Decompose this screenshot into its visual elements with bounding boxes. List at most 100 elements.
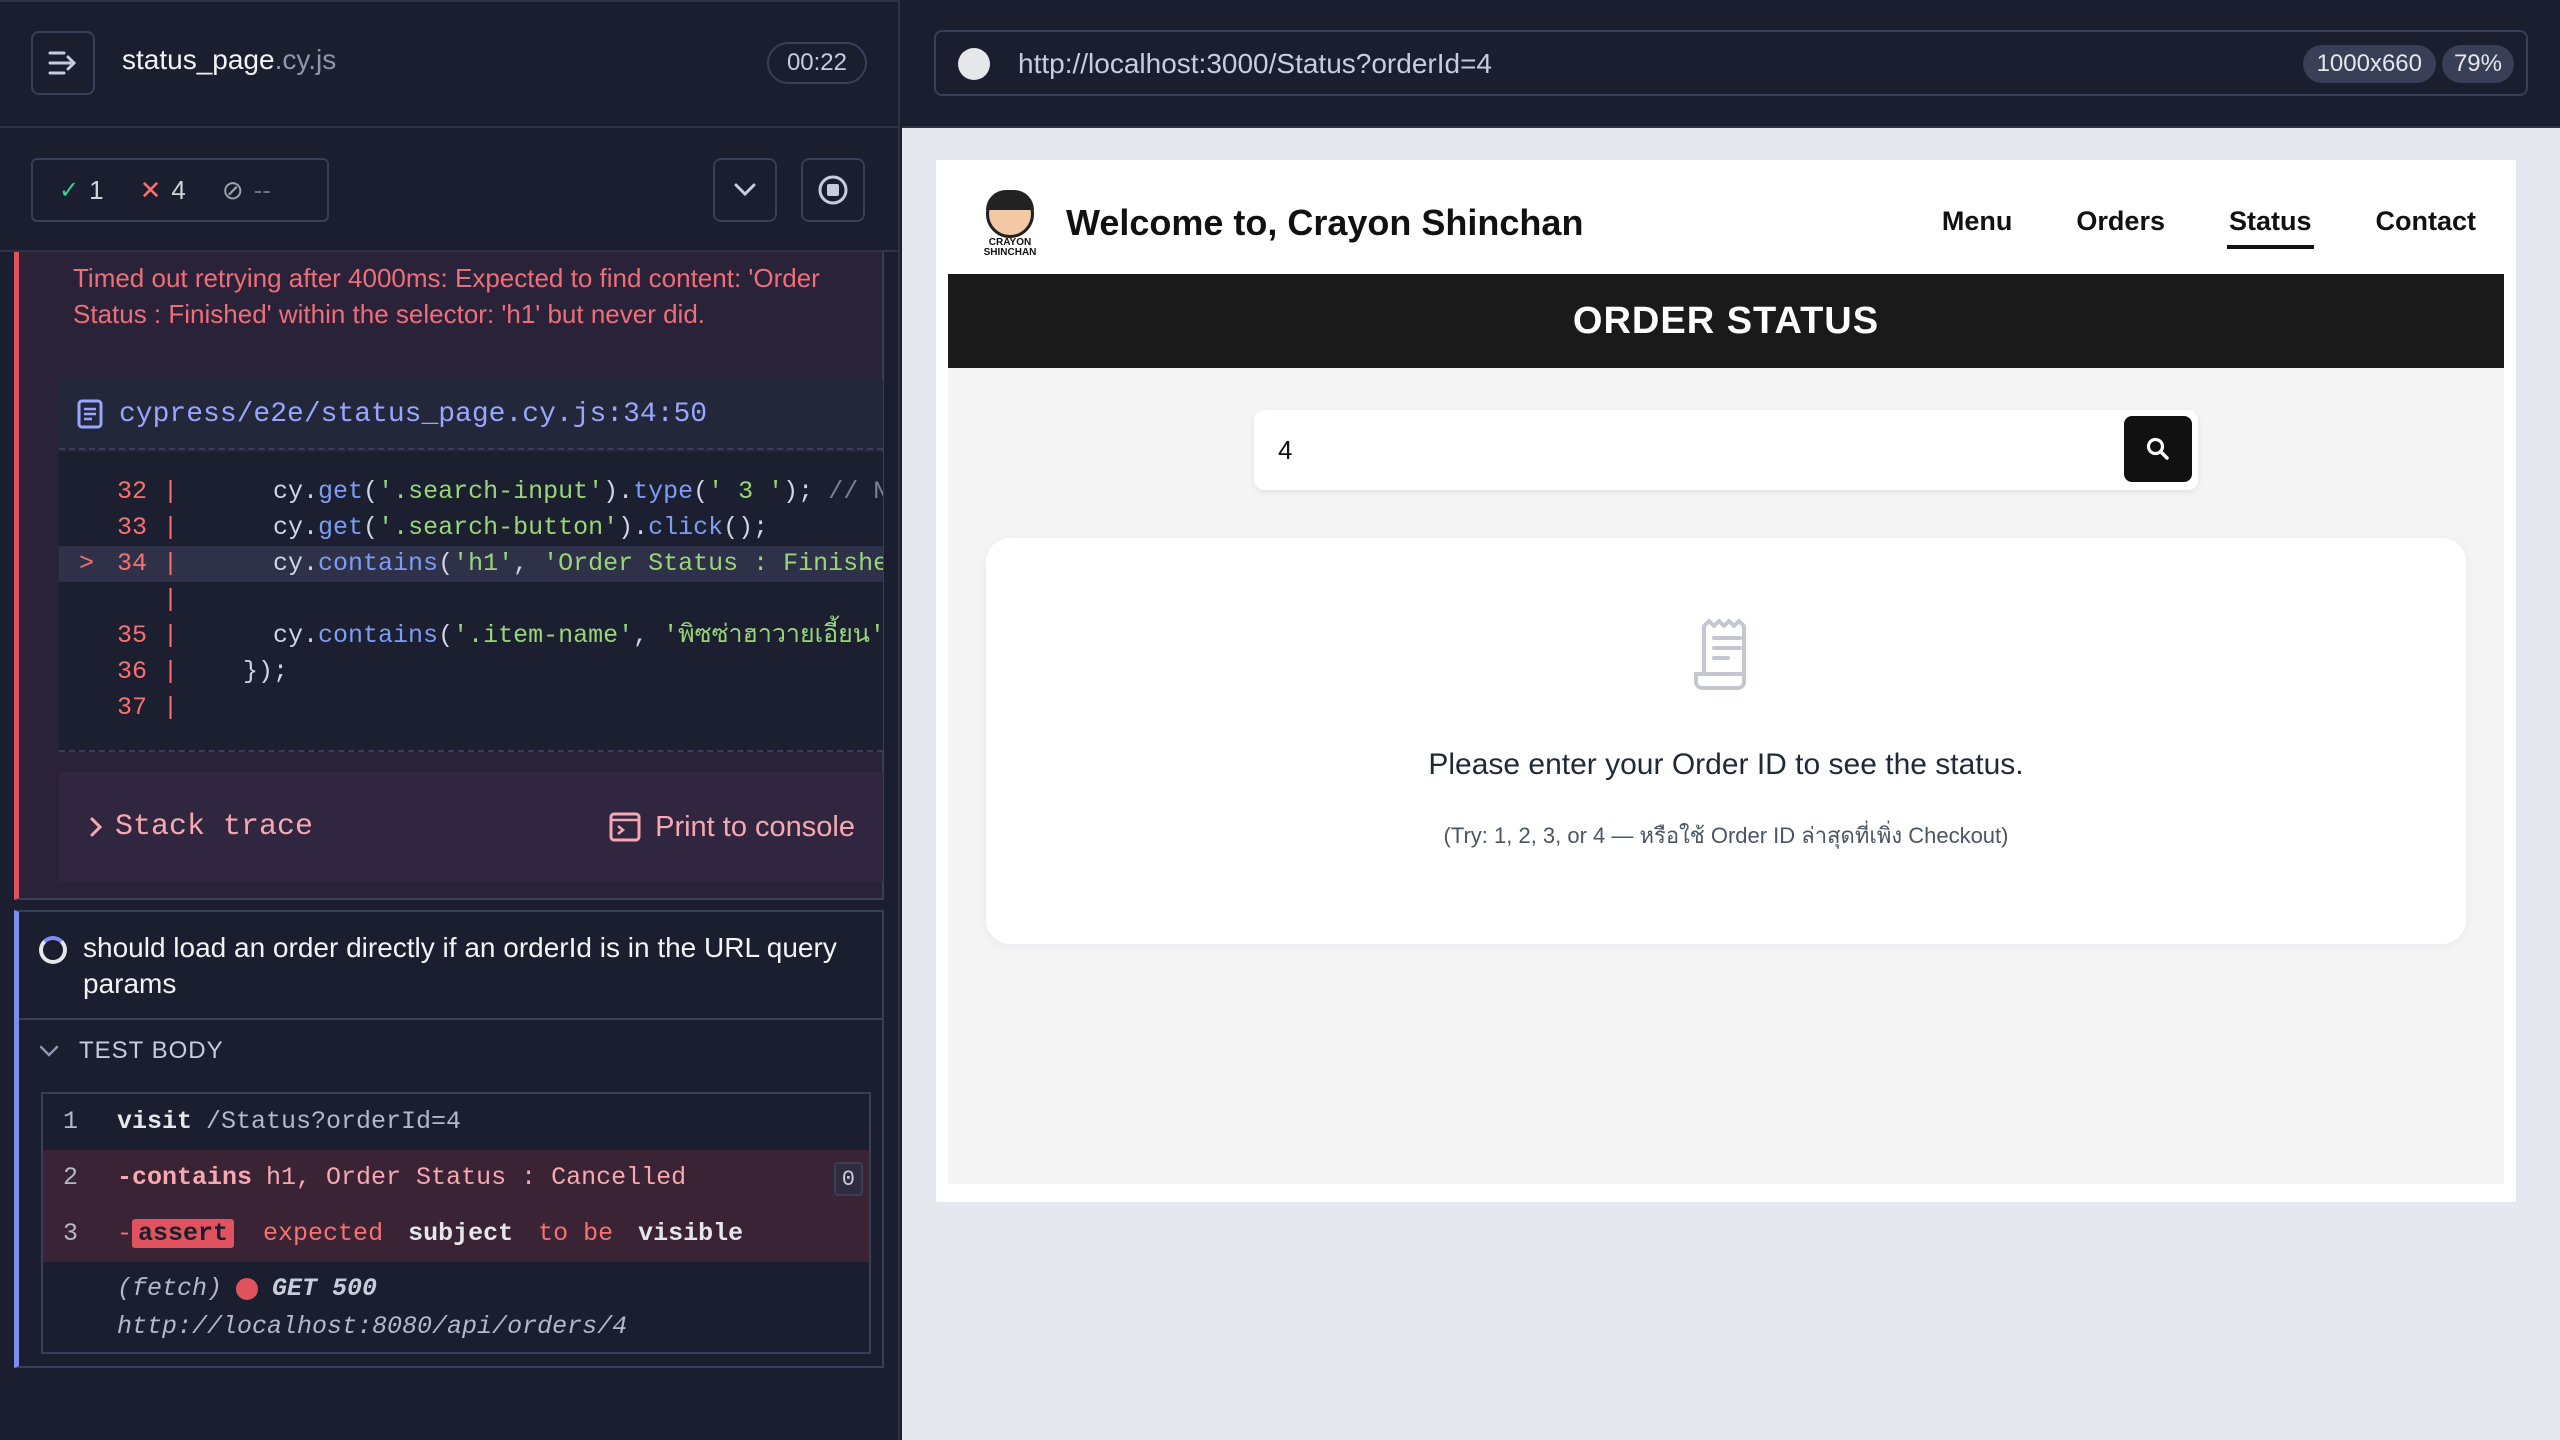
url-text: http://localhost:3000/Status?orderId=4: [1018, 48, 1492, 79]
fetch-url: http://localhost:8080/api/orders/4: [117, 1312, 628, 1341]
line-number: 36: [116, 657, 147, 686]
code-gutter: |: [163, 549, 179, 578]
assert-word: subject: [408, 1219, 514, 1248]
search-button[interactable]: [2124, 416, 2192, 482]
page-body: ORDER STATUS Please enter your Order ID …: [948, 274, 2504, 1184]
assert-badge: assert: [132, 1219, 235, 1248]
order-id-input[interactable]: [1278, 426, 2098, 474]
spec-name: status_page: [122, 44, 275, 75]
code-source: cy.contains('.item-name', 'พิซซ่าฮาวายเอ…: [213, 621, 883, 650]
fetch-status: GET 500: [272, 1274, 378, 1303]
test-body-toggle[interactable]: TEST BODY: [19, 1018, 882, 1082]
error-dot-icon: [236, 1277, 259, 1300]
print-to-console-button[interactable]: Print to console: [609, 811, 855, 844]
stop-icon: [818, 175, 848, 205]
code-gutter: |: [163, 621, 179, 650]
fetch-label: (fetch): [117, 1274, 223, 1303]
code-gutter: |: [163, 693, 179, 722]
chevron-down-icon: [734, 183, 756, 197]
failed-count: 4: [171, 174, 186, 205]
info-hint: (Try: 1, 2, 3, or 4 — หรือใช้ Order ID ล…: [1443, 823, 2009, 848]
reporter-header: status_page.cy.js 00:22: [0, 0, 898, 128]
command-number: 1: [63, 1107, 79, 1136]
passed-stat: ✓ 1: [59, 175, 104, 206]
print-console-label: Print to console: [655, 810, 855, 843]
code-line: 36 | });: [59, 654, 883, 690]
code-source: cy.contains('h1', 'Order Status : Finish…: [213, 549, 883, 578]
chevron-down-icon: [39, 1045, 59, 1057]
globe-icon: [958, 48, 990, 80]
zoom-level-badge: 79%: [2441, 45, 2514, 83]
nav-menu[interactable]: Menu: [1942, 206, 2013, 249]
viewport-size-badge: 1000x660: [2302, 45, 2436, 83]
search-icon: [2146, 437, 2169, 460]
search-box: [1254, 410, 2198, 490]
navbar: CRAYON SHINCHAN Welcome to, Crayon Shinc…: [936, 160, 2516, 274]
test-title: should load an order directly if an orde…: [83, 932, 837, 999]
code-source: cy.get('.search-button').click();: [213, 513, 769, 542]
code-source: cy.get('.search-input').type(' 3 '); // …: [213, 477, 883, 506]
logo-hair: [986, 190, 1034, 210]
line-number: 37: [116, 693, 147, 722]
console-icon: [609, 812, 641, 842]
stack-trace-toggle[interactable]: Stack trace: [89, 810, 313, 844]
nav-orders[interactable]: Orders: [2076, 206, 2165, 249]
app-frame: CRAYON SHINCHAN Welcome to, Crayon Shinc…: [936, 160, 2516, 1202]
nav-status[interactable]: Status: [2226, 206, 2314, 249]
code-line: >34 | cy.contains('h1', 'Order Status : F…: [59, 546, 883, 582]
test-body-label: TEST BODY: [79, 1037, 224, 1064]
chevron-right-icon: [90, 817, 103, 837]
command-number: 3: [63, 1219, 79, 1248]
assert-word: expected: [263, 1219, 384, 1248]
spec-extension: .cy.js: [274, 44, 337, 75]
command-log: 1 visit/Status?orderId=4 2 -contains h1, …: [41, 1092, 871, 1354]
code-line: 37 |: [59, 690, 883, 726]
error-panel: Timed out retrying after 4000ms: Expecte…: [14, 252, 884, 900]
nav-contact[interactable]: Contact: [2376, 206, 2477, 249]
failed-stat: ✕ 4: [140, 175, 186, 206]
command-row[interactable]: 2 -contains h1, Order Status : Cancelled …: [43, 1150, 869, 1206]
run-timer: 00:22: [766, 42, 867, 84]
line-number: 33: [116, 513, 147, 542]
logo[interactable]: CRAYON SHINCHAN: [982, 190, 1038, 258]
running-spinner-icon: [39, 936, 67, 964]
fetch-log[interactable]: (fetch) GET 500: [117, 1274, 377, 1303]
code-gutter: |: [163, 513, 179, 542]
specs-list-icon: [48, 51, 77, 75]
code-frame-file-link[interactable]: cypress/e2e/status_page.cy.js:34:50: [59, 380, 883, 450]
command-message: /Status?orderId=4: [206, 1107, 462, 1136]
pending-count: --: [253, 174, 271, 205]
error-message: Timed out retrying after 4000ms: Expecte…: [73, 263, 820, 329]
stop-button[interactable]: [801, 158, 865, 222]
command-name: visit: [117, 1107, 193, 1136]
code-line: |: [59, 582, 883, 618]
code-gutter: |: [163, 477, 179, 506]
cypress-reporter: status_page.cy.js 00:22 ✓ 1 ✕ 4 ⊘ -- Timed …: [0, 0, 900, 1440]
command-name: -contains: [117, 1163, 253, 1192]
command-dash: -: [117, 1219, 133, 1248]
command-row[interactable]: 1 visit/Status?orderId=4: [43, 1094, 869, 1150]
page-title: ORDER STATUS: [948, 274, 2504, 368]
url-bar[interactable]: http://localhost:3000/Status?orderId=4 1…: [934, 30, 2528, 96]
url-strip: http://localhost:3000/Status?orderId=4 1…: [902, 0, 2560, 128]
nav-links: Menu Orders Status Contact: [1942, 206, 2476, 249]
command-number: 2: [63, 1163, 79, 1192]
file-icon: [77, 399, 103, 429]
code-source: });: [213, 657, 289, 686]
info-card: Please enter your Order ID to see the st…: [986, 538, 2466, 944]
info-message: Please enter your Order ID to see the st…: [1428, 748, 2024, 781]
stack-trace-label: Stack trace: [115, 810, 314, 844]
toggle-specs-button[interactable]: [31, 31, 95, 95]
x-icon: ✕: [139, 174, 162, 205]
pending-icon: ⊘: [221, 174, 244, 205]
line-number: 32: [116, 477, 147, 506]
passed-count: 1: [89, 174, 104, 205]
test-item[interactable]: should load an order directly if an orde…: [14, 910, 884, 1368]
app-preview: http://localhost:3000/Status?orderId=4 1…: [902, 0, 2560, 1440]
command-message: h1, Order Status : Cancelled: [266, 1163, 687, 1192]
code-gutter: |: [163, 657, 179, 686]
pending-stat: ⊘ --: [222, 175, 271, 206]
command-row[interactable]: 3 - assert expected subject to be visible: [43, 1206, 869, 1262]
receipt-icon: [1694, 619, 1746, 690]
options-dropdown-button[interactable]: [713, 158, 777, 222]
